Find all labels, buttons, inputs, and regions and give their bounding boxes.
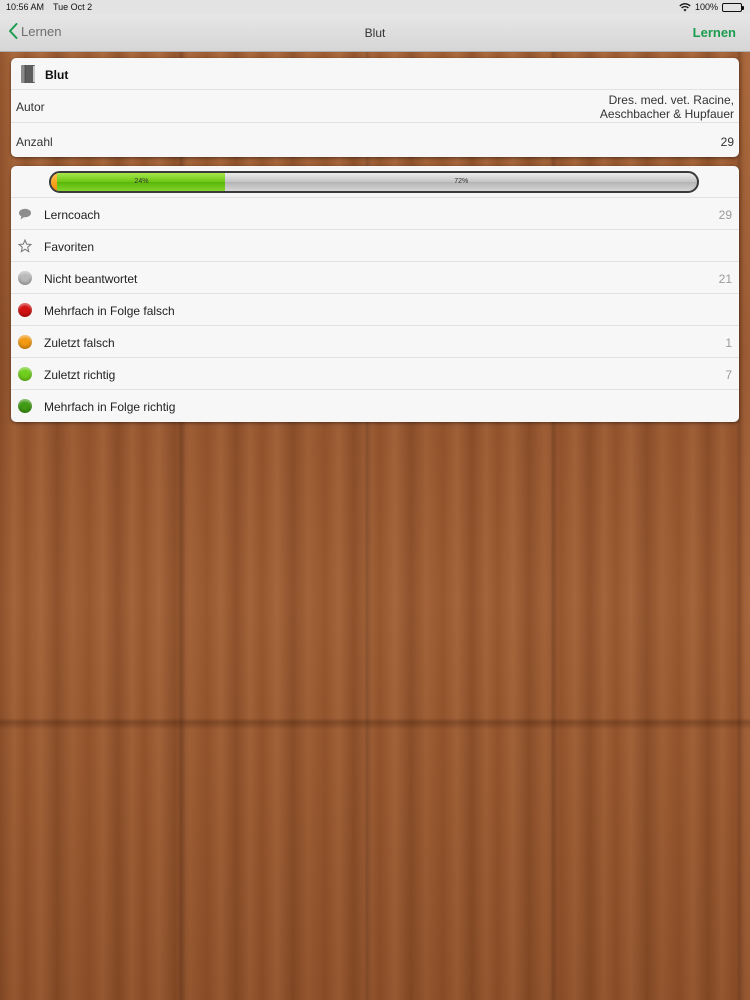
orange-dot-icon <box>18 335 32 349</box>
list-item-nicht-beantwortet[interactable]: Nicht beantwortet 21 <box>11 262 739 294</box>
count-label: Anzahl <box>16 135 53 149</box>
learn-button[interactable]: Lernen <box>693 25 736 40</box>
gray-dot-icon <box>18 271 32 285</box>
list-item-label: Favoriten <box>44 240 95 254</box>
count-value: 29 <box>720 135 734 149</box>
red-dot-icon <box>18 303 32 317</box>
speech-bubble-icon <box>19 208 31 220</box>
author-line-1: Dres. med. vet. Racine, <box>608 93 734 107</box>
list-item-label: Lerncoach <box>44 208 101 222</box>
battery-icon <box>722 2 744 12</box>
list-item-count: 7 <box>725 368 732 382</box>
author-line-2: Aeschbacher & Hupfauer <box>599 107 734 121</box>
dark-green-dot-icon <box>18 399 32 413</box>
list-item-lerncoach[interactable]: Lerncoach 29 <box>11 198 739 230</box>
status-time: 10:56 AM <box>6 2 45 12</box>
navigation-bar: Lernen Blut Lernen <box>0 14 750 52</box>
book-icon <box>21 65 35 83</box>
battery-percentage: 100% <box>694 2 718 12</box>
list-item-favoriten[interactable]: Favoriten <box>11 230 739 262</box>
star-icon <box>18 239 32 253</box>
list-item-zuletzt-falsch[interactable]: Zuletzt falsch 1 <box>11 326 739 358</box>
list-item-label: Nicht beantwortet <box>44 272 138 286</box>
category-list-card: 24% 72% Lerncoach 29 Favoriten Nicht bea… <box>11 166 739 422</box>
list-item-mehrfach-richtig[interactable]: Mehrfach in Folge richtig <box>11 390 739 422</box>
list-item-zuletzt-richtig[interactable]: Zuletzt richtig 7 <box>11 358 739 390</box>
wifi-icon <box>679 2 691 11</box>
list-item-count: 1 <box>725 336 732 350</box>
progress-bar: 24% 72% <box>49 171 699 193</box>
progress-gray-label: 72% <box>454 178 469 185</box>
list-item-label: Mehrfach in Folge falsch <box>44 304 175 318</box>
list-item-count: 21 <box>718 272 732 286</box>
list-item-mehrfach-falsch[interactable]: Mehrfach in Folge falsch <box>11 294 739 326</box>
info-card: Blut Autor Dres. med. vet. Racine, Aesch… <box>11 58 739 157</box>
list-item-label: Zuletzt falsch <box>44 336 115 350</box>
progress-row: 24% 72% <box>11 166 739 198</box>
page-title: Blut <box>364 26 386 40</box>
author-label: Autor <box>16 100 45 114</box>
count-row: Anzahl 29 <box>11 123 739 157</box>
author-row: Autor Dres. med. vet. Racine, Aeschbache… <box>11 90 739 123</box>
book-title: Blut <box>45 68 69 82</box>
author-value: Dres. med. vet. Racine, Aeschbacher & Hu… <box>600 93 734 121</box>
light-green-dot-icon <box>18 367 32 381</box>
list-item-label: Zuletzt richtig <box>44 368 116 382</box>
progress-green-label: 24% <box>134 178 149 185</box>
list-item-label: Mehrfach in Folge richtig <box>44 400 176 414</box>
book-title-row: Blut <box>11 58 739 90</box>
status-date: Tue Oct 2 <box>53 2 93 12</box>
status-right: 100% <box>679 2 744 12</box>
list-item-count: 29 <box>718 208 732 222</box>
status-bar: 10:56 AM Tue Oct 2 100% <box>0 0 750 14</box>
